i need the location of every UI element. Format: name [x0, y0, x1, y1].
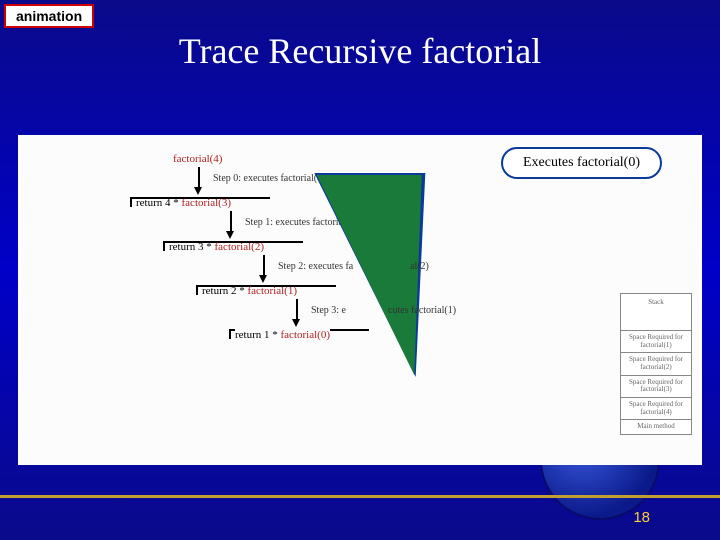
return-text: return 4 * — [136, 197, 182, 209]
line — [229, 329, 231, 339]
diagram-area: Executes factorial(0) factorial(4) Step … — [18, 135, 702, 465]
line — [163, 241, 165, 251]
call-factorial-1: factorial(1) — [248, 285, 297, 297]
page-number: 18 — [633, 509, 650, 526]
arrow-icon — [259, 275, 267, 283]
animation-badge: animation — [4, 4, 94, 28]
return-2: return 2 * factorial(1) — [202, 285, 297, 297]
return-4: return 4 * factorial(3) — [136, 197, 231, 209]
callout-pointer — [317, 175, 465, 375]
arrow-icon — [226, 231, 234, 239]
line — [230, 211, 232, 233]
stack-cell: Space Required for factorial(4) — [621, 397, 691, 419]
line — [198, 167, 200, 189]
slide-title: Trace Recursive factorial — [0, 30, 720, 72]
return-text: return 1 * — [235, 329, 281, 341]
return-text: return 2 * — [202, 285, 248, 297]
return-3: return 3 * factorial(2) — [169, 241, 264, 253]
line — [196, 285, 198, 295]
call-factorial-3: factorial(3) — [182, 197, 231, 209]
footer-divider — [0, 495, 720, 498]
step-3-label-a: Step 3: e — [311, 305, 346, 316]
step-2-label-b: al(2) — [410, 261, 429, 272]
arrow-icon — [292, 319, 300, 327]
stack-panel: Stack Space Required for factorial(1) Sp… — [620, 293, 692, 435]
stack-cell: Space Required for factorial(2) — [621, 352, 691, 374]
line — [263, 255, 265, 277]
callout-bubble: Executes factorial(0) — [501, 147, 662, 179]
arrow-icon — [194, 187, 202, 195]
line — [296, 299, 298, 321]
stack-cell: Main method — [621, 419, 691, 434]
call-factorial-4: factorial(4) — [173, 153, 222, 165]
stack-header: Stack — [621, 294, 691, 310]
call-factorial-2: factorial(2) — [215, 241, 264, 253]
line — [130, 197, 132, 207]
step-3-label-b: cutes factorial(1) — [388, 305, 456, 316]
stack-cell: Space Required for factorial(3) — [621, 375, 691, 397]
step-0-label: Step 0: executes factorial(4) — [213, 173, 325, 184]
return-1: return 1 * factorial(0) — [235, 329, 330, 341]
stack-cell: Space Required for factorial(1) — [621, 330, 691, 352]
return-text: return 3 * — [169, 241, 215, 253]
call-factorial-0: factorial(0) — [281, 329, 330, 341]
